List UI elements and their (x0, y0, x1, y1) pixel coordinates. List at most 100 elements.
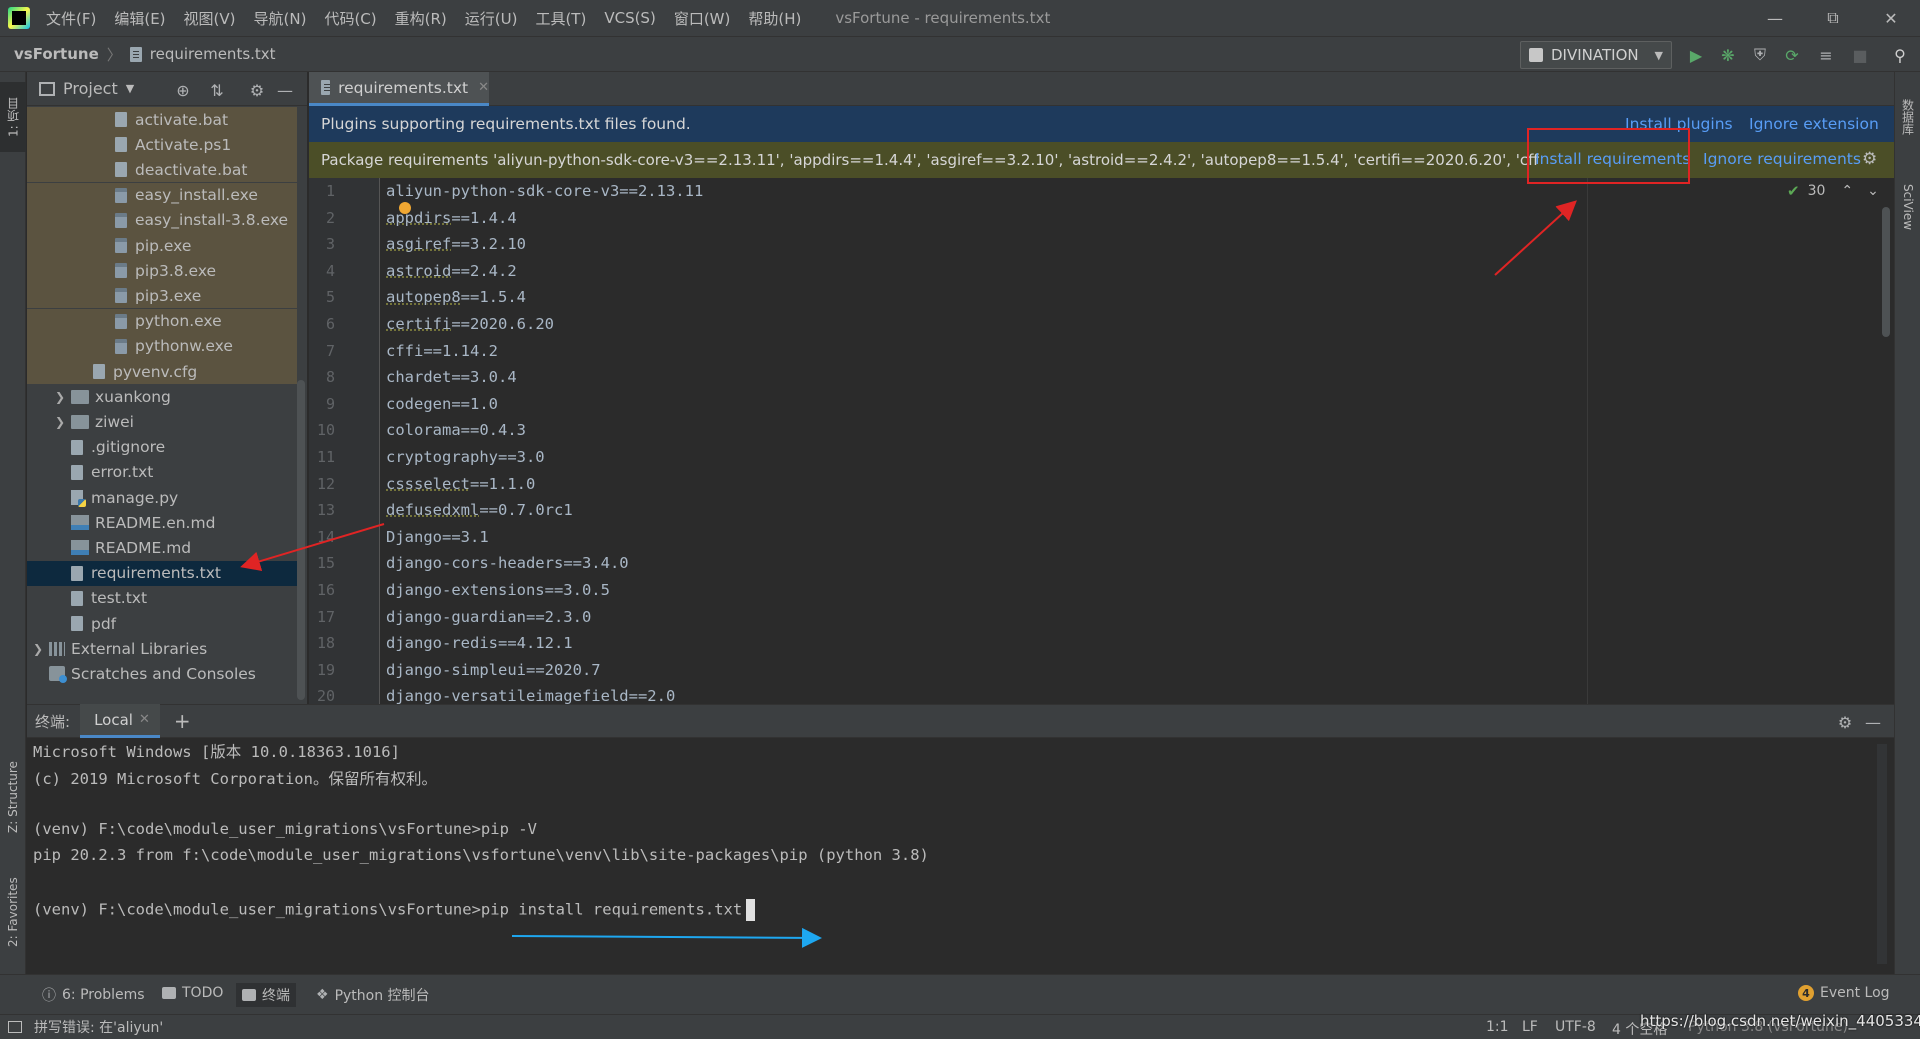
tree-item[interactable]: pdf (27, 611, 297, 636)
menu-tools[interactable]: 工具(T) (535, 8, 586, 29)
tree-item-label: requirements.txt (91, 564, 221, 583)
todo-tool-button[interactable]: TODO (162, 985, 223, 1001)
line-number: 6 (325, 315, 335, 333)
breadcrumb-file[interactable]: requirements.txt (150, 45, 276, 63)
code-line: chardet ==3.0.4 (386, 364, 517, 390)
chevron-down-icon[interactable]: ▼ (126, 82, 134, 95)
minimize-button[interactable]: — (1746, 0, 1804, 36)
terminal-scrollbar[interactable] (1877, 744, 1887, 964)
intention-bulb-icon[interactable] (399, 202, 411, 214)
tree-item[interactable]: ❯ External Libraries (27, 636, 297, 661)
profile-icon[interactable]: ⟳ (1782, 45, 1802, 65)
gear-icon[interactable]: ⚙ (1835, 712, 1855, 732)
search-everywhere-icon[interactable]: ⚲ (1890, 45, 1910, 65)
chevron-right-icon[interactable]: ❯ (53, 415, 67, 429)
code-line: cffi ==1.14.2 (386, 338, 498, 364)
tree-item[interactable]: pip3.8.exe (27, 258, 297, 284)
code-line: autopep8 ==1.5.4 (386, 284, 526, 310)
favorites-tool-tab[interactable]: 2: Favorites (0, 862, 26, 962)
event-log-tool-button[interactable]: 4 Event Log (1798, 985, 1890, 1001)
menu-code[interactable]: 代码(C) (324, 8, 376, 29)
terminal-tab-local[interactable]: Local ✕ (80, 704, 160, 738)
hide-panel-icon[interactable]: — (1863, 712, 1883, 732)
tree-item[interactable]: ❯ ziwei (27, 409, 297, 434)
tree-item[interactable]: manage.py (27, 485, 297, 510)
tree-item-label: xuankong (95, 387, 171, 406)
editor-tab-requirements[interactable]: requirements.txt ✕ (309, 72, 489, 106)
tree-item[interactable]: Activate.ps1 (27, 132, 297, 158)
tree-item[interactable]: pip.exe (27, 233, 297, 258)
problems-tool-button[interactable]: ⓘ 6: Problems (42, 985, 145, 1005)
exe-icon (115, 238, 127, 253)
debug-icon[interactable]: ❋ (1718, 45, 1738, 65)
tree-item[interactable]: test.txt (27, 586, 297, 611)
tree-item[interactable]: pythonw.exe (27, 333, 297, 359)
terminal-tool-button[interactable]: 终端 (236, 983, 296, 1007)
tree-item[interactable]: README.md (27, 535, 297, 560)
close-icon[interactable]: ✕ (478, 80, 489, 95)
menu-navigate[interactable]: 导航(N) (254, 8, 307, 29)
collapse-all-icon[interactable]: ⇅ (207, 80, 227, 100)
concurrency-icon[interactable]: ≡ (1816, 45, 1836, 65)
structure-tool-tab[interactable]: Z: Structure (0, 742, 26, 852)
sciview-tool-tab[interactable]: SciView (1895, 167, 1920, 247)
gear-icon[interactable]: ⚙ (1862, 149, 1877, 169)
menu-run[interactable]: 运行(U) (465, 8, 518, 29)
tree-item[interactable]: ❯ xuankong (27, 384, 297, 409)
tree-item[interactable]: .gitignore (27, 435, 297, 460)
project-view-select[interactable]: Project (63, 79, 118, 98)
line-separator[interactable]: LF (1522, 1019, 1538, 1035)
tree-item[interactable]: deactivate.bat (27, 157, 297, 183)
close-icon[interactable]: ✕ (139, 712, 150, 727)
tree-item[interactable]: activate.bat (27, 107, 297, 132)
file-encoding[interactable]: UTF-8 (1555, 1019, 1596, 1035)
tree-item[interactable]: easy_install-3.8.exe (27, 207, 297, 233)
menu-file[interactable]: 文件(F) (46, 8, 96, 29)
code-line: aliyun-python-sdk-core-v3 ==2.13.11 (386, 178, 703, 204)
tree-item[interactable]: pyvenv.cfg (27, 359, 297, 384)
menu-refactor[interactable]: 重构(R) (395, 8, 447, 29)
gear-icon[interactable]: ⚙ (247, 80, 267, 100)
coverage-icon[interactable]: ⛨ (1750, 45, 1770, 65)
restore-button[interactable]: ⧉ (1804, 0, 1862, 36)
caret-position[interactable]: 1:1 (1486, 1019, 1509, 1035)
ignore-requirements-link[interactable]: Ignore requirements (1703, 150, 1861, 168)
breadcrumb-project[interactable]: vsFortune (14, 45, 99, 63)
database-tool-tab[interactable]: 数据库 (1895, 82, 1920, 152)
python-console-tool-button[interactable]: ❖ Python 控制台 (316, 985, 430, 1005)
code-editor[interactable]: aliyun-python-sdk-core-v3 ==2.13.11 appdir… (386, 178, 1886, 704)
menu-vcs[interactable]: VCS(S) (604, 9, 655, 27)
editor-scrollbar[interactable] (1882, 207, 1890, 337)
code-line: astroid ==2.4.2 (386, 258, 517, 284)
menu-edit[interactable]: 编辑(E) (114, 8, 165, 29)
status-toggle-icon[interactable] (8, 1021, 22, 1033)
tree-item[interactable]: Scratches and Consoles (27, 661, 297, 686)
chevron-up-icon[interactable]: ⌃ (1841, 183, 1853, 199)
tree-item[interactable]: easy_install.exe (27, 182, 297, 208)
run-icon[interactable]: ▶ (1686, 45, 1706, 65)
tree-item[interactable]: pip3.exe (27, 283, 297, 309)
tree-item[interactable]: python.exe (27, 308, 297, 334)
chevron-right-icon[interactable]: ❯ (31, 642, 45, 656)
menu-view[interactable]: 视图(V) (184, 8, 236, 29)
close-window-button[interactable]: ✕ (1862, 0, 1920, 36)
chevron-right-icon[interactable]: ❯ (53, 390, 67, 404)
locate-file-icon[interactable]: ⊕ (173, 80, 193, 100)
menu-window[interactable]: 窗口(W) (674, 8, 731, 29)
run-configuration-select[interactable]: DIVINATION ▼ (1520, 41, 1672, 69)
hide-panel-icon[interactable]: — (275, 80, 295, 100)
project-tool-tab[interactable]: 1: 项目 (0, 82, 26, 152)
ignore-extension-link[interactable]: Ignore extension (1749, 115, 1879, 133)
tree-item[interactable]: error.txt (27, 460, 297, 485)
project-tree-scrollbar[interactable] (297, 380, 305, 700)
stop-icon[interactable]: ■ (1850, 45, 1870, 65)
package-version: ==1.5.4 (460, 288, 526, 307)
tree-item[interactable]: requirements.txt (27, 560, 297, 586)
tree-item[interactable]: README.en.md (27, 510, 297, 535)
new-terminal-icon[interactable]: + (174, 709, 191, 733)
chevron-down-icon[interactable]: ⌄ (1867, 183, 1879, 199)
inspection-widget[interactable]: ✔ 30 ⌃ ⌄ (1787, 182, 1879, 200)
terminal-output[interactable]: Microsoft Windows [版本 10.0.18363.1016] (c… (33, 740, 1873, 970)
check-icon: ✔ (1787, 182, 1800, 200)
menu-help[interactable]: 帮助(H) (748, 8, 801, 29)
